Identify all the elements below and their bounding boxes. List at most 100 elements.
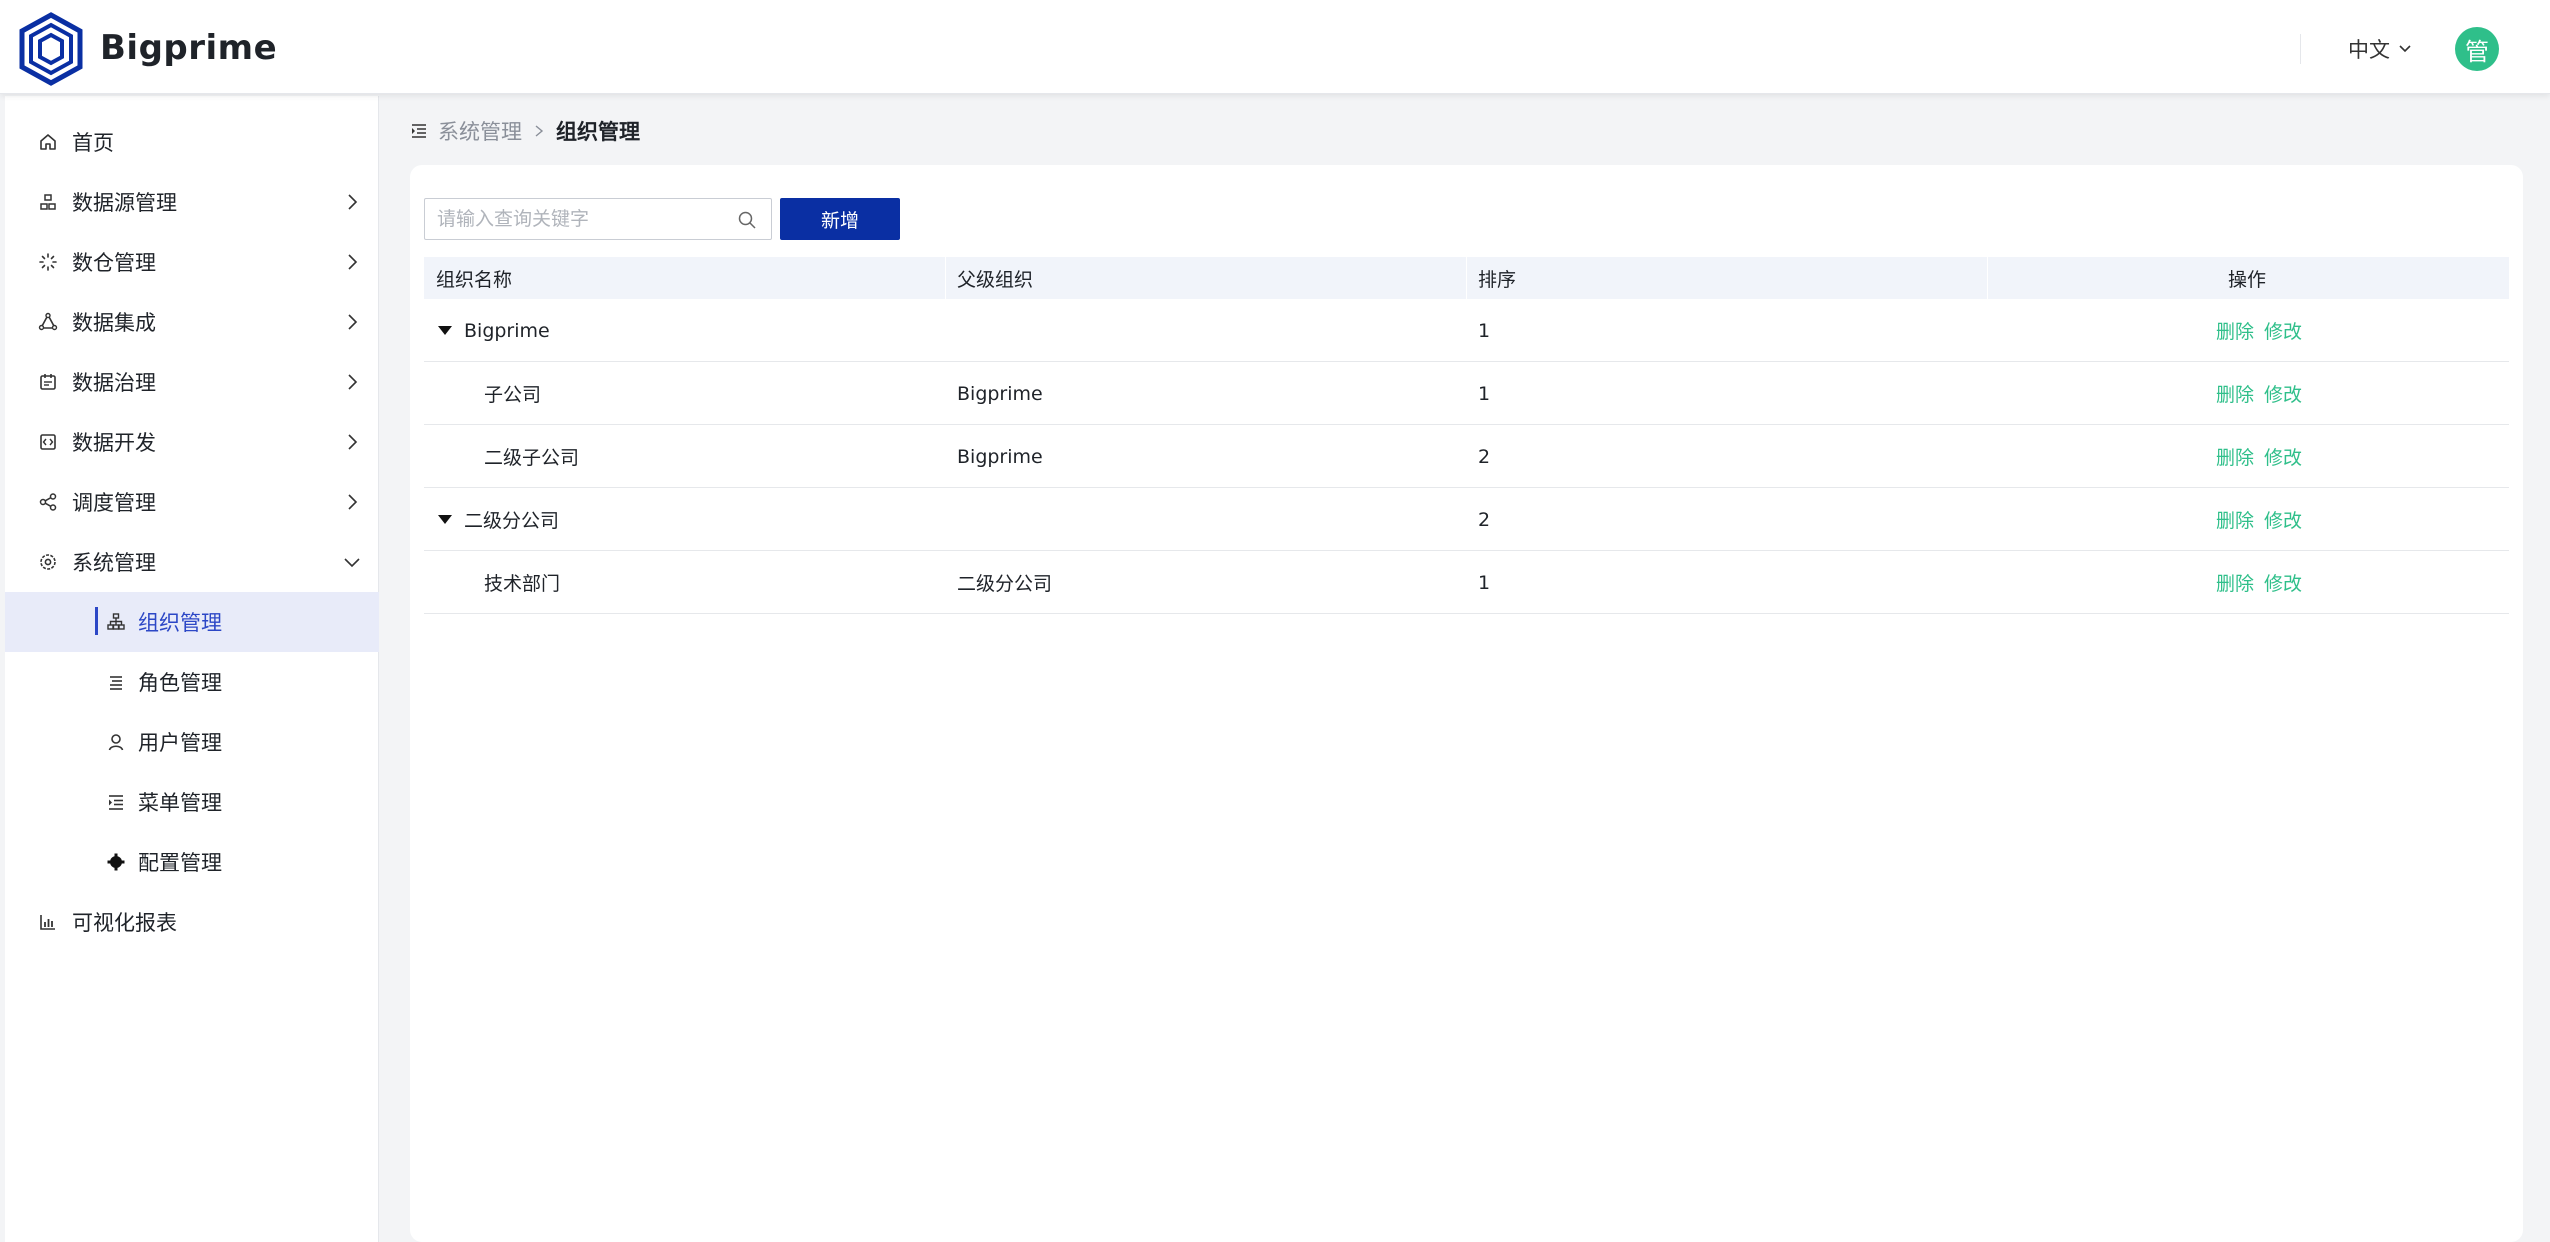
actions-cell: 删除 修改 <box>2216 425 2302 488</box>
sidebar-item-label: 数据治理 <box>72 371 156 395</box>
breadcrumb: 系统管理 组织管理 <box>410 116 640 146</box>
sidebar-item-org[interactable]: 组织管理 <box>5 592 379 652</box>
chevron-right-icon <box>348 374 358 390</box>
sidebar-item-home[interactable]: 首页 <box>5 112 379 172</box>
sidebar-item-development[interactable]: 数据开发 <box>5 412 379 472</box>
table-row: 技术部门 二级分公司 1 删除 修改 <box>424 551 2509 614</box>
delete-link[interactable]: 删除 <box>2216 380 2254 407</box>
sidebar-item-config[interactable]: 配置管理 <box>5 832 379 892</box>
sidebar-item-label: 系统管理 <box>72 551 156 575</box>
actions-cell: 删除 修改 <box>2216 488 2302 551</box>
edit-link[interactable]: 修改 <box>2264 317 2302 344</box>
sidebar-item-label: 首页 <box>72 131 114 155</box>
chevron-right-icon <box>348 494 358 510</box>
column-header-order: 排序 <box>1478 268 1517 291</box>
warehouse-icon <box>37 251 59 273</box>
menu-icon <box>105 791 127 813</box>
caret-down-icon[interactable] <box>438 325 452 336</box>
actions-cell: 删除 修改 <box>2216 551 2302 614</box>
sidebar-item-integration[interactable]: 数据集成 <box>5 292 379 352</box>
header-divider <box>2300 34 2301 64</box>
delete-link[interactable]: 删除 <box>2216 569 2254 596</box>
breadcrumb-current: 组织管理 <box>556 120 640 144</box>
org-name: 技术部门 <box>484 573 561 595</box>
parent-org-cell: Bigprime <box>957 445 1043 468</box>
avatar[interactable]: 管 <box>2455 27 2499 71</box>
chevron-right-icon <box>348 434 358 450</box>
sidebar: 首页 数据源管理 数仓管理 数据集成 数据治理 数据开发 调度管理 系统管理 组… <box>5 96 379 1242</box>
sidebar-item-user[interactable]: 用户管理 <box>5 712 379 772</box>
sidebar-item-menu[interactable]: 菜单管理 <box>5 772 379 832</box>
org-name-cell: Bigprime <box>438 299 550 362</box>
edit-link[interactable]: 修改 <box>2264 506 2302 533</box>
org-name-cell: 二级子公司 <box>484 425 579 488</box>
chevron-down-icon <box>2399 45 2411 53</box>
table-row: Bigprime 1 删除 修改 <box>424 299 2509 362</box>
language-selector[interactable]: 中文 <box>2348 34 2412 64</box>
chevron-right-icon <box>348 314 358 330</box>
sidebar-item-datasource[interactable]: 数据源管理 <box>5 172 379 232</box>
menu-fold-icon[interactable] <box>410 122 428 140</box>
sidebar-item-label: 数据开发 <box>72 431 156 455</box>
actions-cell: 删除 修改 <box>2216 299 2302 362</box>
search-icon[interactable] <box>737 210 757 230</box>
org-name: 子公司 <box>484 384 542 406</box>
order-cell: 2 <box>1478 508 1491 531</box>
language-label: 中文 <box>2348 38 2390 62</box>
app-name: Bigprime <box>100 28 278 68</box>
sidebar-item-warehouse[interactable]: 数仓管理 <box>5 232 379 292</box>
order-cell: 1 <box>1478 319 1491 342</box>
org-name-cell: 子公司 <box>484 362 541 425</box>
chart-icon <box>37 911 59 933</box>
user-icon <box>105 731 127 753</box>
integration-icon <box>37 311 59 333</box>
column-divider <box>1987 257 1988 299</box>
share-icon <box>37 491 59 513</box>
org-icon <box>105 611 127 633</box>
actions-cell: 删除 修改 <box>2216 362 2302 425</box>
sidebar-item-role[interactable]: 角色管理 <box>5 652 379 712</box>
home-icon <box>37 131 59 153</box>
caret-down-icon[interactable] <box>438 514 452 525</box>
sidebar-item-system[interactable]: 系统管理 <box>5 532 379 592</box>
column-header-parent: 父级组织 <box>957 268 1034 291</box>
sidebar-item-label: 数仓管理 <box>72 251 156 275</box>
sidebar-item-label: 角色管理 <box>138 671 222 695</box>
chevron-right-icon <box>348 254 358 270</box>
edit-link[interactable]: 修改 <box>2264 569 2302 596</box>
search-input[interactable] <box>425 199 725 239</box>
content-card: 新增 组织名称 父级组织 排序 操作 Bigprime 1 删除 修改 <box>410 165 2523 1242</box>
delete-link[interactable]: 删除 <box>2216 317 2254 344</box>
org-name: 二级分公司 <box>464 510 560 532</box>
delete-link[interactable]: 删除 <box>2216 443 2254 470</box>
order-cell: 2 <box>1478 445 1491 468</box>
chevron-down-icon <box>344 558 360 568</box>
governance-icon <box>37 371 59 393</box>
column-header-name: 组织名称 <box>436 268 513 291</box>
chevron-right-icon <box>348 194 358 210</box>
order-cell: 1 <box>1478 571 1491 594</box>
breadcrumb-parent[interactable]: 系统管理 <box>438 116 522 146</box>
datasource-icon <box>37 191 59 213</box>
gear-icon <box>37 551 59 573</box>
org-name: 二级子公司 <box>484 447 580 469</box>
sidebar-item-governance[interactable]: 数据治理 <box>5 352 379 412</box>
table-header: 组织名称 父级组织 排序 操作 <box>424 257 2509 299</box>
sidebar-item-label: 用户管理 <box>138 731 222 755</box>
add-button[interactable]: 新增 <box>780 198 900 240</box>
delete-link[interactable]: 删除 <box>2216 506 2254 533</box>
sidebar-item-reports[interactable]: 可视化报表 <box>5 892 379 952</box>
table-row: 二级子公司 Bigprime 2 删除 修改 <box>424 425 2509 488</box>
top-header: Bigprime 中文 管 <box>0 0 2550 94</box>
order-cell: 1 <box>1478 382 1491 405</box>
sidebar-item-label: 调度管理 <box>72 491 156 515</box>
edit-link[interactable]: 修改 <box>2264 380 2302 407</box>
edit-link[interactable]: 修改 <box>2264 443 2302 470</box>
org-table: 组织名称 父级组织 排序 操作 Bigprime 1 删除 修改 子公司 Big… <box>424 257 2509 614</box>
active-indicator <box>95 607 98 635</box>
chevron-right-icon <box>535 125 544 137</box>
sidebar-item-label: 数据源管理 <box>72 191 177 215</box>
sidebar-item-label: 配置管理 <box>138 851 222 875</box>
sidebar-item-label: 组织管理 <box>138 611 222 635</box>
sidebar-item-scheduling[interactable]: 调度管理 <box>5 472 379 532</box>
